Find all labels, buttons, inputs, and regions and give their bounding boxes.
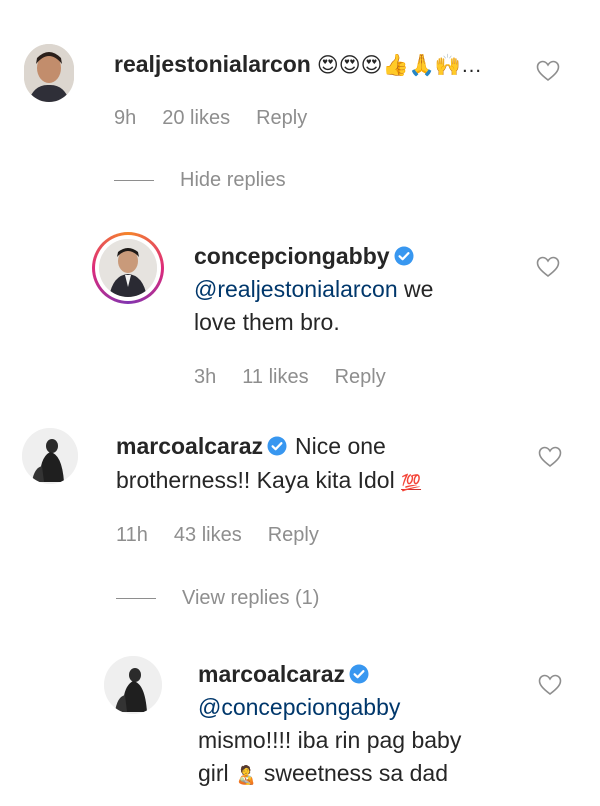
comment-body-line-2: love them bro. (194, 309, 340, 335)
heart-icon[interactable] (538, 674, 562, 696)
comment-body-line-2: brotherness!! Kaya kita Idol 💯 (116, 467, 422, 493)
comment-text: concepciongabby (194, 241, 422, 272)
comment-2: marcoalcaraz Nice one brotherness!! Kaya … (0, 420, 600, 640)
username[interactable]: marcoalcaraz (116, 433, 263, 459)
story-ring[interactable] (92, 232, 164, 304)
heart-icon[interactable] (536, 60, 560, 82)
heart-icon[interactable] (536, 256, 560, 278)
comment-meta: 9h 20 likes Reply (114, 107, 333, 130)
comment-meta: 11h 43 likes Reply (116, 524, 345, 547)
username[interactable]: realjestonialarcon (114, 51, 311, 77)
reply-button[interactable]: Reply (335, 366, 386, 389)
divider-line (116, 598, 156, 600)
avatar[interactable] (24, 44, 74, 102)
avatar (99, 239, 157, 297)
verified-badge-icon (394, 246, 414, 266)
username[interactable]: marcoalcaraz (198, 661, 345, 687)
mention-link[interactable]: @realjestonialarcon (194, 276, 398, 302)
avatar[interactable] (22, 428, 78, 484)
comment-body-line-3: girl 🧑‍🍼 sweetness sa dad (198, 760, 448, 786)
comment-meta: 3h 11 likes Reply (194, 366, 412, 389)
hundred-emoji: 💯 (401, 475, 422, 492)
view-replies-button[interactable]: View replies (1) (116, 587, 319, 610)
comment-1: realjestonialarcon 😍😍😍👍🙏🙌… 9h 20 likes Repl… (0, 0, 600, 191)
reply-2: marcoalcaraz @concepciongabby mismo!!!! … (0, 650, 600, 806)
username[interactable]: concepciongabby (194, 243, 390, 269)
comment-body-line-1: @concepciongabby (198, 692, 400, 723)
reply-button[interactable]: Reply (256, 107, 307, 130)
baby-emoji: 🧑‍🍼 (235, 765, 258, 785)
likes-count[interactable]: 43 likes (174, 524, 242, 547)
verified-badge-icon (349, 664, 369, 684)
comment-body-line-1: marcoalcaraz Nice one (116, 433, 386, 459)
avatar[interactable] (104, 656, 162, 714)
comment-text: realjestonialarcon 😍😍😍👍🙏🙌… (114, 49, 482, 81)
comment-body-line-2: mismo!!!! iba rin pag baby (198, 727, 462, 753)
reply-button[interactable]: Reply (268, 524, 319, 547)
avatar-photo (104, 656, 162, 714)
timestamp: 9h (114, 107, 137, 129)
avatar-photo (99, 239, 157, 297)
divider-line (114, 180, 154, 182)
mention-link[interactable]: @concepciongabby (198, 694, 400, 720)
hide-replies-label: Hide replies (180, 169, 286, 191)
heart-icon[interactable] (538, 446, 562, 468)
likes-count[interactable]: 20 likes (162, 107, 230, 130)
reply-1: concepciongabby @realjestonialarcon we l… (0, 220, 600, 400)
likes-count[interactable]: 11 likes (242, 366, 308, 389)
comment-body: 😍😍😍👍🙏🙌… (316, 54, 482, 77)
view-replies-label: View replies (1) (182, 587, 320, 609)
comment-body-line-1: @realjestonialarcon we (194, 276, 434, 302)
comment-text: marcoalcaraz (198, 659, 377, 690)
avatar-photo (22, 428, 78, 484)
timestamp: 3h (194, 366, 217, 388)
hide-replies-button[interactable]: Hide replies (114, 169, 286, 192)
verified-badge-icon (267, 436, 287, 456)
avatar-photo (24, 44, 74, 102)
timestamp: 11h (116, 524, 148, 546)
